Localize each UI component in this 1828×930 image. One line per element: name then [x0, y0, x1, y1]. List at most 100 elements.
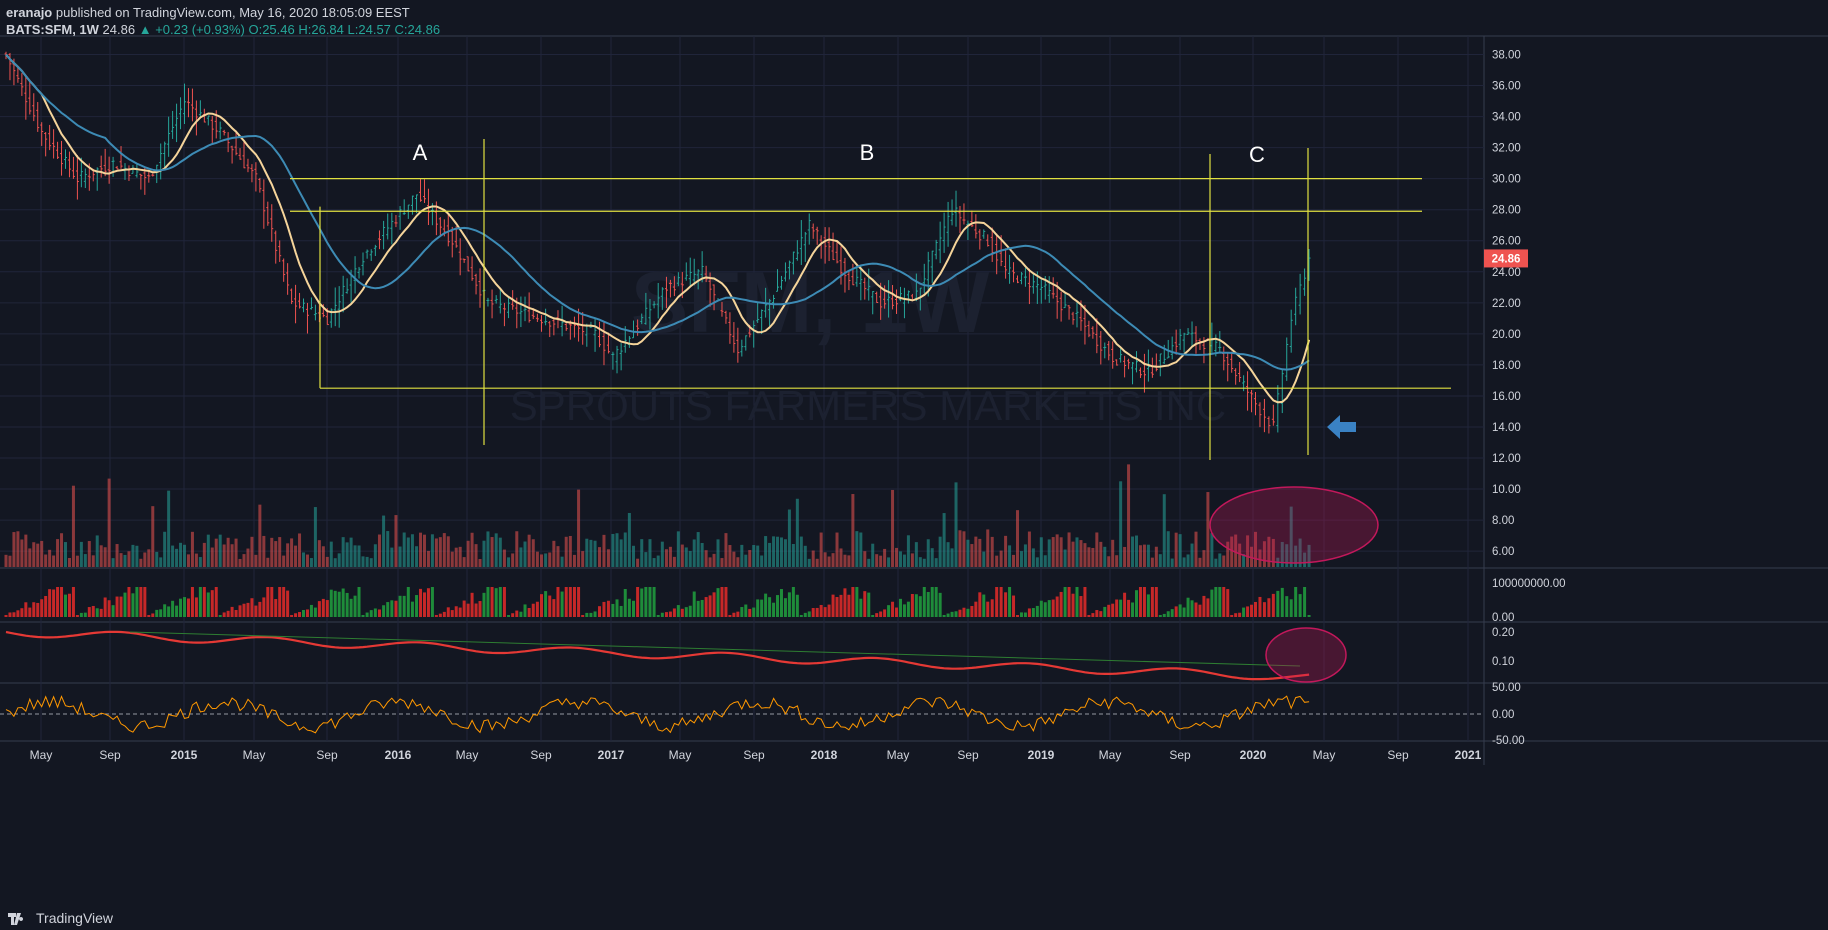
volume-bar	[246, 548, 250, 567]
volume-bar	[970, 544, 974, 567]
volume-bar	[1186, 554, 1190, 567]
indicator-bar	[1178, 604, 1182, 617]
volume-bar	[250, 536, 254, 567]
indicator-bar	[270, 587, 274, 617]
indicator-bar	[970, 606, 974, 617]
volume-bar	[4, 554, 8, 567]
indicator-bar	[712, 592, 716, 617]
indicator-bar	[716, 588, 720, 617]
indicator-bar	[103, 597, 107, 617]
volume-bar	[64, 542, 67, 567]
volume-bar	[627, 512, 631, 567]
indicator-bar	[974, 601, 978, 617]
volume-bar	[902, 554, 906, 567]
volume-bar	[974, 536, 978, 567]
volume-bar	[776, 536, 780, 567]
indicator-bar	[333, 590, 337, 617]
ohlc-high: H:26.84	[298, 22, 344, 37]
sub-y-tick-label: 0.20	[1492, 627, 1514, 639]
y-tick-label: 26.00	[1492, 236, 1521, 248]
volume-bar	[111, 558, 115, 567]
symbol[interactable]: BATS:SFM, 1W	[6, 22, 99, 37]
volume-bar	[1047, 539, 1051, 567]
indicator-bar	[190, 587, 194, 617]
volume-bar	[1138, 545, 1142, 567]
indicator-bar	[507, 615, 511, 617]
indicator-bar	[1067, 587, 1071, 617]
volume-bar	[151, 506, 155, 567]
volume-bar	[12, 532, 16, 567]
volume-bar	[716, 539, 720, 567]
volume-bar	[811, 550, 815, 567]
volume-bar	[527, 534, 531, 567]
volume-bar	[123, 554, 127, 567]
volume-bar	[1083, 543, 1087, 567]
x-tick-label: 2016	[385, 748, 412, 762]
indicator-bar	[365, 612, 369, 617]
volume-bar	[1107, 556, 1111, 567]
indicator-bar	[648, 587, 652, 617]
x-tick-label: 2020	[1240, 748, 1267, 762]
indicator-bar	[498, 587, 502, 617]
indicator-bar	[302, 610, 305, 617]
volume-bar	[430, 534, 434, 567]
indicator-bar	[1154, 587, 1158, 617]
watermark-ticker: SFM, 1W	[631, 255, 990, 351]
volume-bar	[382, 515, 386, 567]
indicator-bar	[540, 594, 543, 617]
volume-bar	[922, 558, 926, 567]
indicator-bar	[415, 595, 419, 617]
volume-bar	[831, 553, 835, 567]
chart-canvas[interactable]: SFM, 1W SPROUTS FARMERS MARKETS INC ABC …	[0, 0, 1828, 930]
volume-bar	[847, 555, 851, 567]
indicator-bar	[274, 599, 278, 617]
volume-bar	[317, 540, 321, 567]
volume-bar	[135, 545, 139, 567]
footer-brand[interactable]: TradingView	[36, 910, 113, 926]
indicator-bar	[143, 587, 147, 617]
volume-bar	[313, 507, 317, 567]
volume-bar	[807, 558, 811, 567]
indicator-bar	[950, 611, 954, 617]
y-tick-label: 30.00	[1492, 174, 1521, 186]
volume-bar	[373, 544, 377, 567]
sub-y-tick-label: 0.00	[1492, 612, 1514, 624]
volume-bar	[446, 536, 450, 567]
indicator-bar	[1250, 604, 1254, 617]
indicator-bar	[589, 612, 593, 617]
indicator-bar	[930, 587, 934, 617]
volume-bar	[262, 535, 266, 567]
volume-bar	[175, 548, 179, 567]
chart-header: eranajo published on TradingView.com, Ma…	[6, 4, 440, 38]
indicator-bar	[942, 615, 946, 617]
indicator-bar	[210, 590, 214, 617]
up-triangle-icon: ▲	[138, 22, 152, 37]
volume-bar	[644, 552, 648, 567]
indicator-bar	[966, 608, 970, 617]
indicator-bar	[1127, 599, 1131, 617]
indicator-bar	[787, 592, 791, 617]
indicator-bar	[535, 601, 539, 617]
indicator-bar	[258, 601, 262, 617]
indicator-bar	[1238, 612, 1242, 617]
volume-bar	[589, 539, 593, 567]
volume-bar	[1146, 544, 1150, 567]
indicator-bar	[799, 615, 803, 617]
volume-bar	[656, 555, 660, 567]
volume-bar	[486, 531, 490, 567]
indicator-bar	[875, 613, 879, 617]
indicator-bar	[1087, 615, 1091, 617]
indicator-bar	[1079, 596, 1083, 617]
volume-bar	[458, 546, 462, 567]
indicator-bar	[934, 587, 938, 617]
x-tick-label: May	[1313, 748, 1336, 762]
indicator-bar	[474, 603, 478, 617]
published-text: published on TradingView.com, May 16, 20…	[55, 5, 410, 20]
author[interactable]: eranajo	[6, 5, 52, 20]
indicator-bar	[159, 609, 163, 617]
volume-bar	[835, 532, 839, 567]
indicator-bar	[139, 587, 143, 617]
volume-bar	[535, 551, 539, 567]
volume-bar	[474, 544, 478, 567]
indicator-bar	[756, 599, 760, 617]
